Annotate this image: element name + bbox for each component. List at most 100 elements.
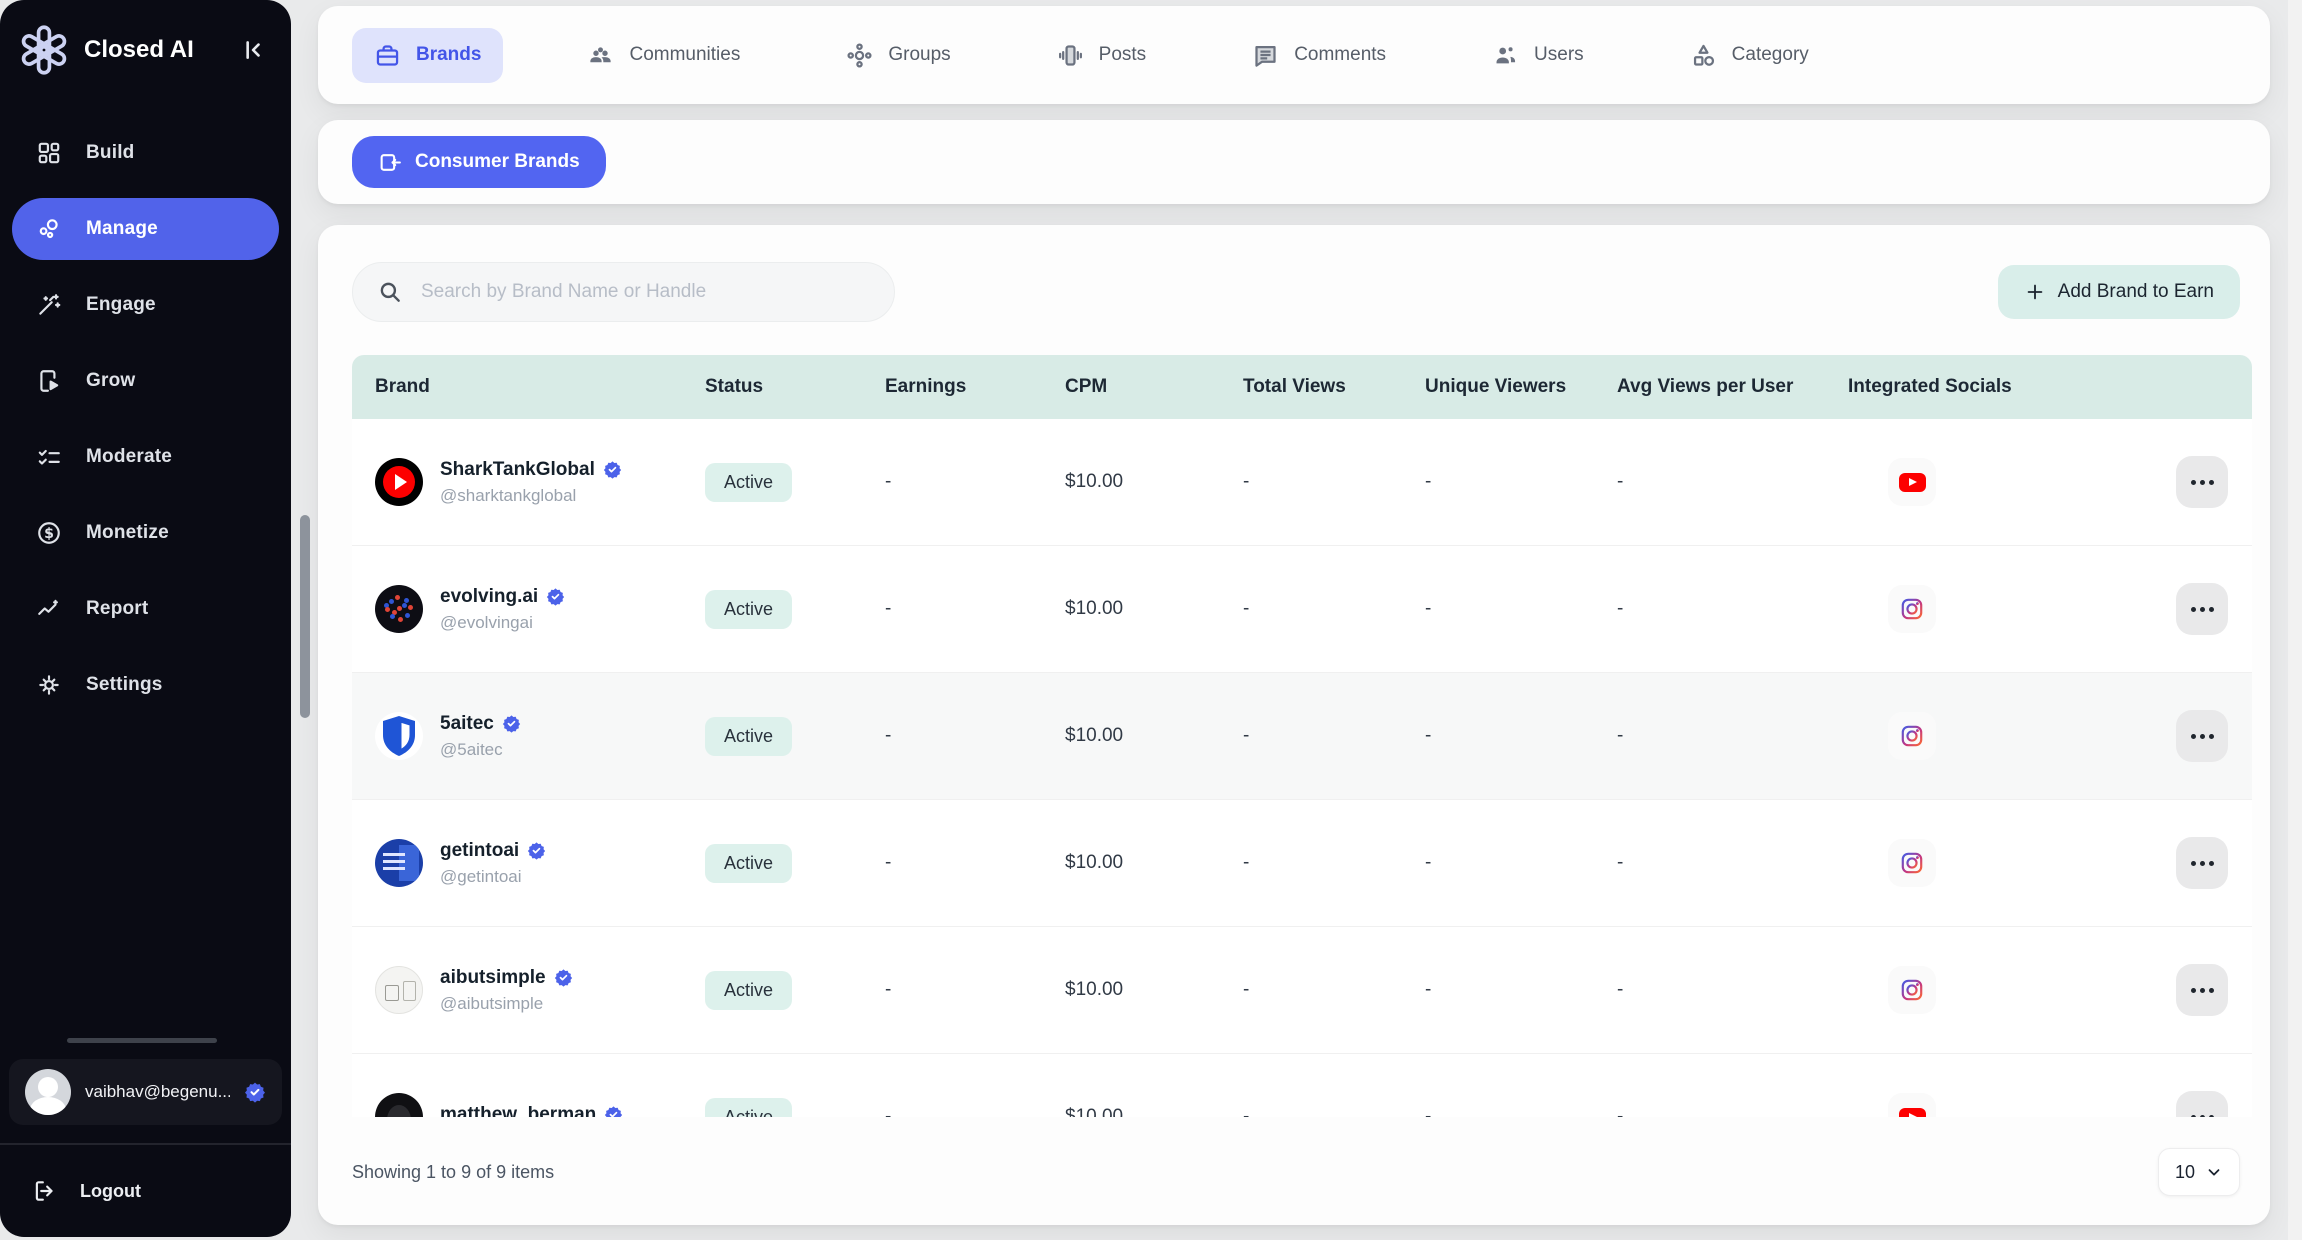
briefcase-icon [374, 42, 401, 69]
page-scrollbar[interactable] [2288, 0, 2302, 1240]
verified-badge-icon [554, 968, 573, 987]
logout-button[interactable]: Logout [0, 1145, 291, 1237]
brand-name: 5aitec [440, 713, 494, 735]
logo-row: Closed AI [0, 0, 291, 100]
tab-label: Category [1732, 44, 1809, 66]
sidebar-item-build[interactable]: Build [12, 122, 279, 184]
sidebar-drag-handle[interactable] [67, 1038, 217, 1043]
table-row[interactable]: evolving.ai @evolvingai Active - $10.00 … [352, 546, 2252, 673]
search-icon [377, 279, 403, 305]
chevron-down-icon [2205, 1163, 2223, 1181]
verified-badge-icon [527, 841, 546, 860]
brand-handle: @sharktankglobal [440, 486, 622, 506]
device-play-icon [36, 368, 62, 394]
instagram-icon[interactable] [1888, 585, 1936, 633]
sidebar-item-report[interactable]: Report [12, 578, 279, 640]
unique-viewers-value: - [1425, 852, 1617, 874]
row-more-button[interactable] [2176, 583, 2228, 635]
phone-vibrate-icon [1057, 42, 1084, 69]
avg-views-value: - [1617, 471, 1848, 493]
earnings-value: - [885, 471, 1065, 493]
total-views-value: - [1243, 852, 1425, 874]
table-row[interactable]: getintoai @getintoai Active - $10.00 - -… [352, 800, 2252, 927]
cpm-value: $10.00 [1065, 598, 1243, 620]
tab-comments[interactable]: Comments [1230, 28, 1408, 83]
sidebar-item-moderate[interactable]: Moderate [12, 426, 279, 488]
add-brand-button[interactable]: Add Brand to Earn [1998, 265, 2240, 319]
user-email: vaibhav@begenu... [85, 1082, 230, 1102]
sidebar-item-label: Manage [86, 218, 158, 240]
col-header-avg-views: Avg Views per User [1617, 376, 1848, 398]
row-more-button[interactable] [2176, 964, 2228, 1016]
status-badge: Active [705, 590, 792, 629]
brand-name: aibutsimple [440, 967, 546, 989]
unique-viewers-value: - [1425, 725, 1617, 747]
row-more-button[interactable] [2176, 837, 2228, 889]
brand-cell: SharkTankGlobal @sharktankglobal [352, 458, 705, 506]
items-summary: Showing 1 to 9 of 9 items [352, 1162, 554, 1183]
brand-cell: getintoai @getintoai [352, 839, 705, 887]
total-views-value: - [1243, 1106, 1425, 1117]
gear-icon [36, 672, 62, 698]
consumer-brands-button[interactable]: Consumer Brands [352, 136, 606, 188]
brand-search[interactable] [352, 262, 895, 322]
avg-views-value: - [1617, 598, 1848, 620]
row-more-button[interactable] [2176, 710, 2228, 762]
tab-brands[interactable]: Brands [352, 28, 503, 83]
brand-avatar [375, 712, 423, 760]
table-row[interactable]: matthew_berman Active - $10.00 - - - [352, 1054, 2252, 1117]
page-size-select[interactable]: 10 [2158, 1148, 2240, 1196]
closed-ai-logo-icon [18, 24, 70, 76]
row-more-button[interactable] [2176, 456, 2228, 508]
earnings-value: - [885, 598, 1065, 620]
sidebar-item-monetize[interactable]: $ Monetize [12, 502, 279, 564]
sidebar-collapse-icon[interactable] [237, 35, 267, 65]
tab-label: Posts [1099, 44, 1147, 66]
instagram-icon[interactable] [1888, 712, 1936, 760]
sidebar-item-manage[interactable]: Manage [12, 198, 279, 260]
table-row[interactable]: 5aitec @5aitec Active - $10.00 - - - [352, 673, 2252, 800]
tab-communities[interactable]: Communities [565, 28, 762, 83]
table-row[interactable]: SharkTankGlobal @sharktankglobal Active … [352, 419, 2252, 546]
row-more-button[interactable] [2176, 1091, 2228, 1117]
brand-handle: @evolvingai [440, 613, 565, 633]
instagram-icon[interactable] [1888, 839, 1936, 887]
table-toolbar: Add Brand to Earn [352, 262, 2240, 322]
youtube-icon[interactable] [1888, 458, 1936, 506]
sidebar: Closed AI Build Manage [0, 0, 291, 1237]
grid-icon [36, 140, 62, 166]
checklist-icon [36, 444, 62, 470]
brands-panel: Add Brand to Earn Brand Status Earnings … [318, 225, 2270, 1225]
table-row[interactable]: aibutsimple @aibutsimple Active - $10.00… [352, 927, 2252, 1054]
status-badge: Active [705, 971, 792, 1010]
sidebar-item-grow[interactable]: Grow [12, 350, 279, 412]
sidebar-item-engage[interactable]: Engage [12, 274, 279, 336]
brand-avatar [375, 458, 423, 506]
status-badge: Active [705, 1098, 792, 1118]
earnings-value: - [885, 1106, 1065, 1117]
trend-icon [36, 596, 62, 622]
content-scrollbar-thumb[interactable] [300, 515, 310, 718]
shapes-icon [1690, 42, 1717, 69]
sidebar-item-settings[interactable]: Settings [12, 654, 279, 716]
brand-handle: @5aitec [440, 740, 521, 760]
tab-category[interactable]: Category [1668, 28, 1831, 83]
search-input[interactable] [421, 281, 884, 303]
earnings-value: - [885, 979, 1065, 1001]
hub-icon [846, 42, 873, 69]
verified-badge-icon [502, 714, 521, 733]
tab-groups[interactable]: Groups [824, 28, 972, 83]
instagram-icon[interactable] [1888, 966, 1936, 1014]
logout-label: Logout [80, 1181, 141, 1202]
unique-viewers-value: - [1425, 979, 1617, 1001]
total-views-value: - [1243, 979, 1425, 1001]
avg-views-value: - [1617, 852, 1848, 874]
app-title: Closed AI [84, 36, 237, 64]
tab-posts[interactable]: Posts [1035, 28, 1169, 83]
brand-cell: aibutsimple @aibutsimple [352, 966, 705, 1014]
youtube-icon[interactable] [1888, 1093, 1936, 1117]
total-views-value: - [1243, 725, 1425, 747]
brand-name: SharkTankGlobal [440, 459, 595, 481]
user-account-card[interactable]: vaibhav@begenu... [9, 1059, 282, 1125]
tab-users[interactable]: Users [1470, 28, 1606, 83]
